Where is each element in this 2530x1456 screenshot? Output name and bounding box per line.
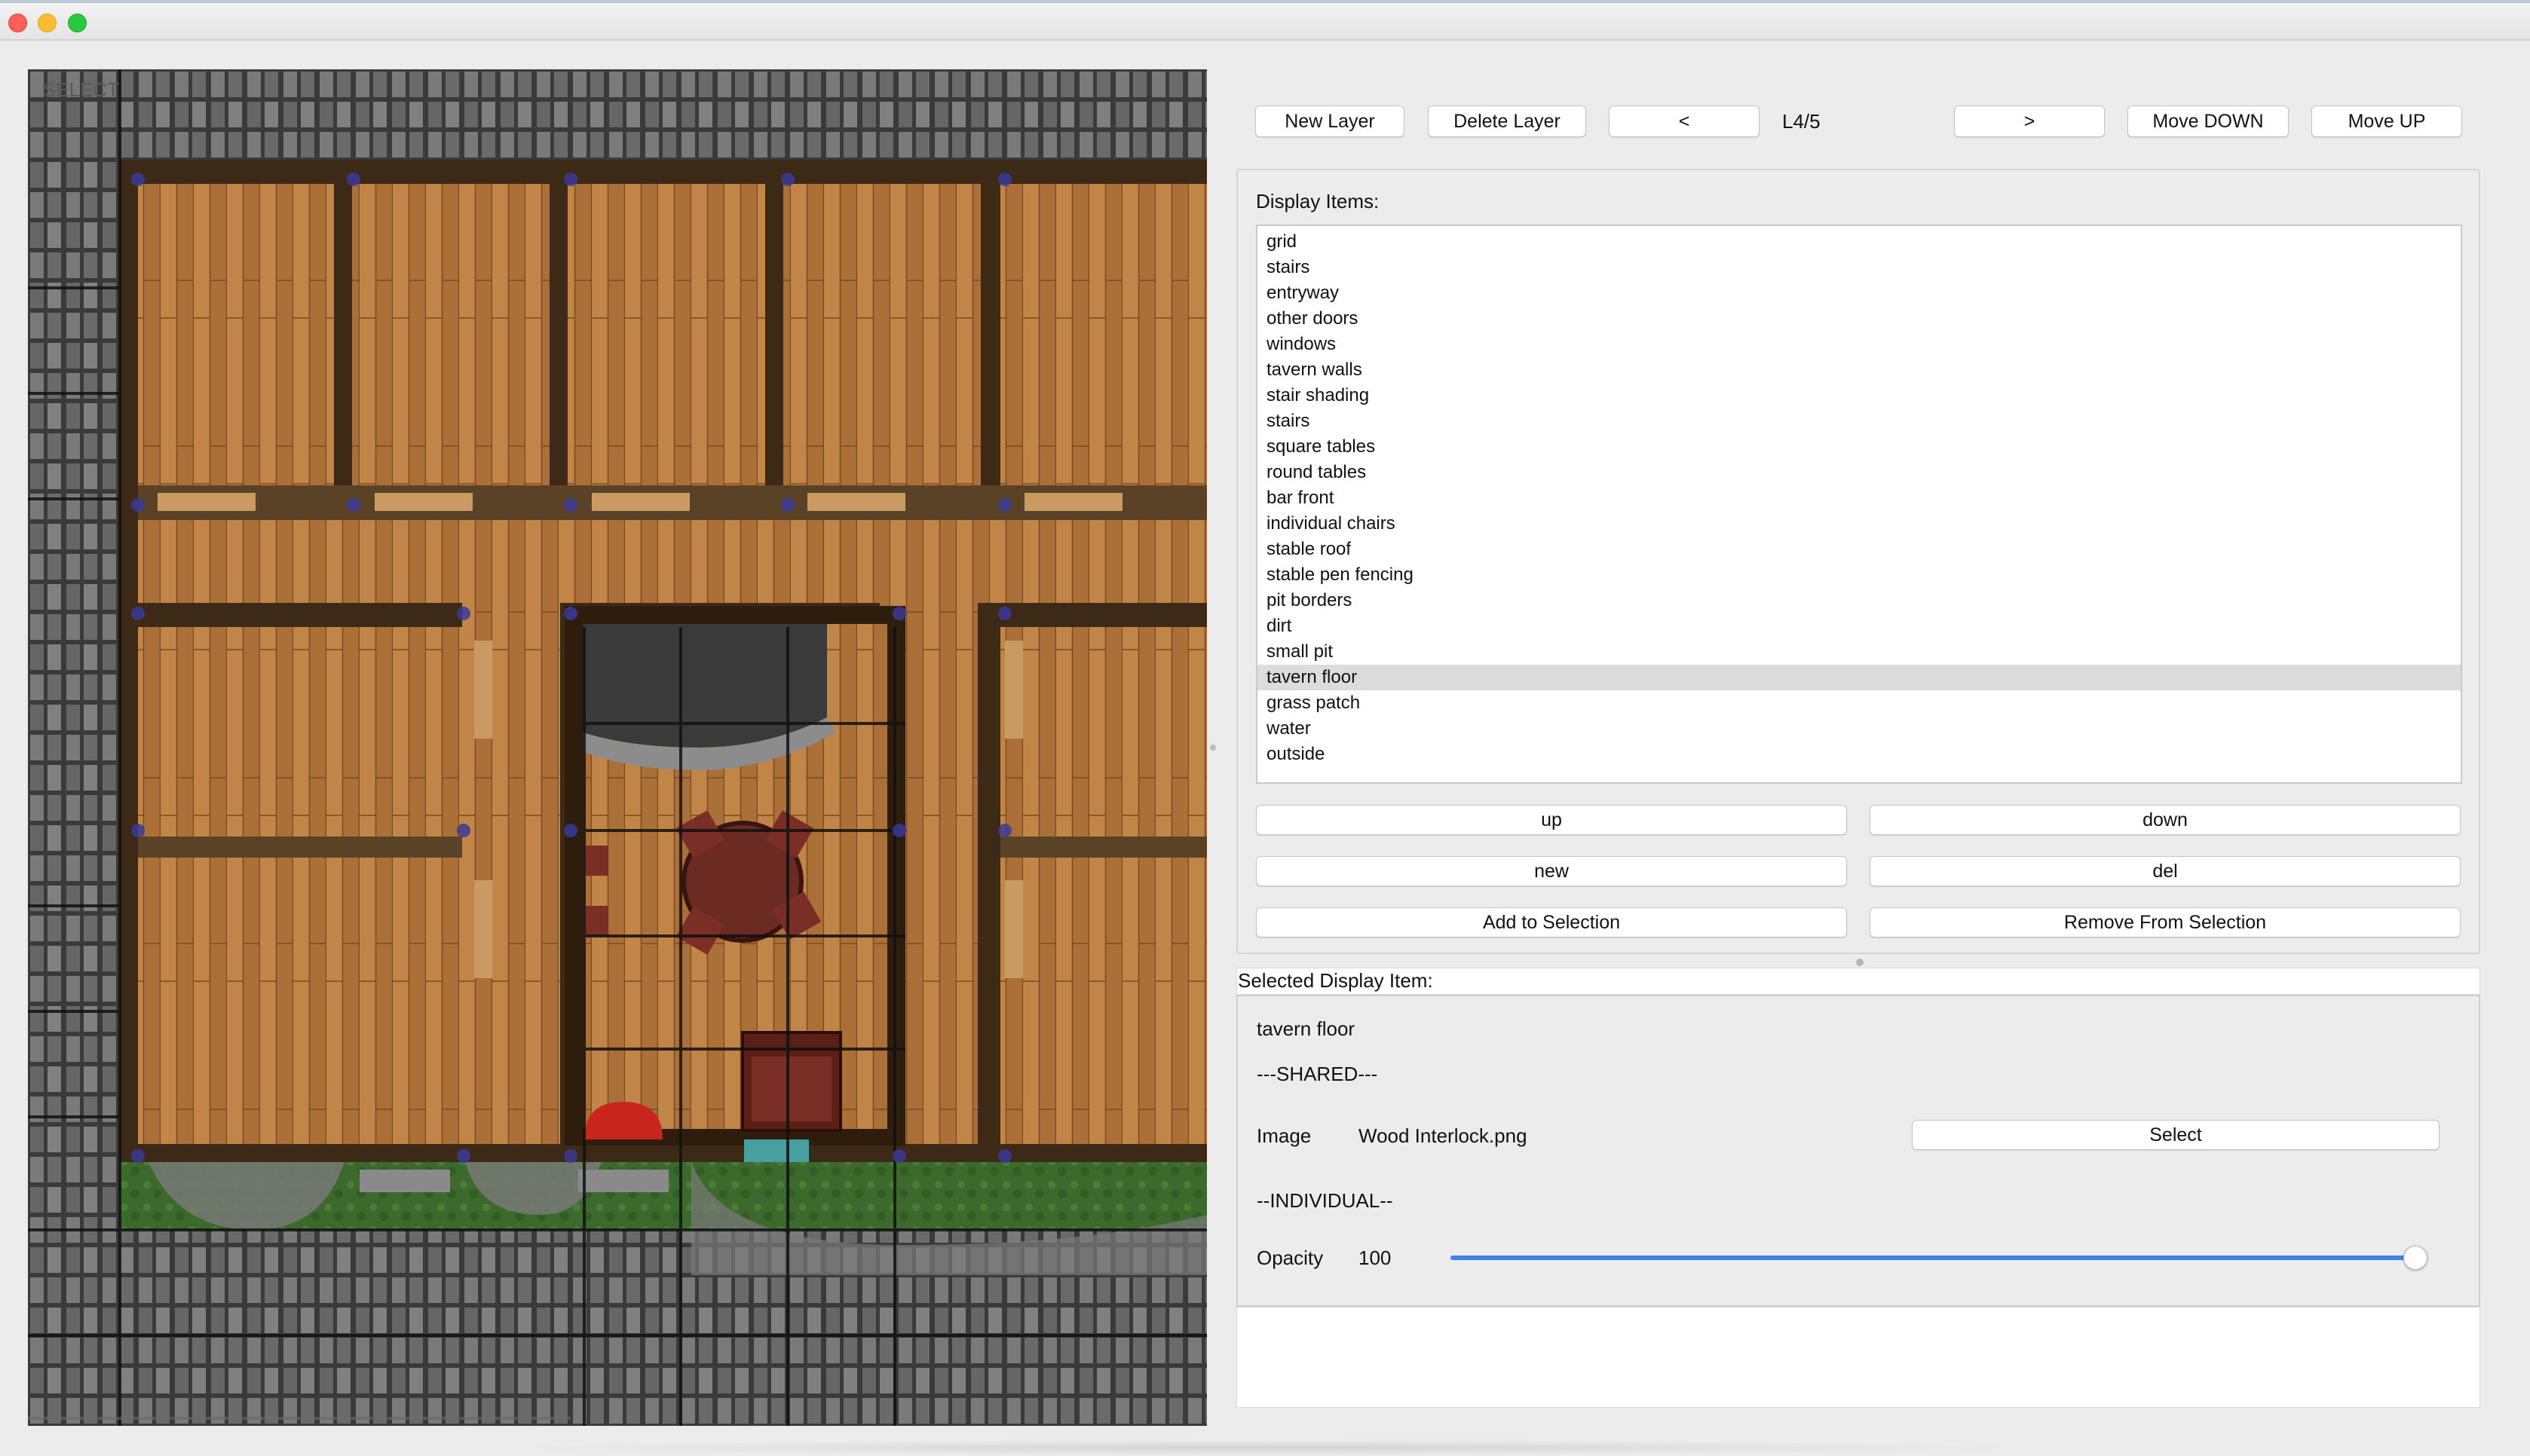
opacity-slider-handle[interactable] — [2403, 1246, 2427, 1270]
map-canvas[interactable]: SELECT — [28, 69, 1207, 1426]
list-item[interactable]: entryway — [1257, 280, 2461, 306]
select-image-button[interactable]: Select — [1912, 1120, 2440, 1150]
zoom-window-button[interactable] — [68, 14, 87, 32]
item-down-button[interactable]: down — [1870, 805, 2461, 835]
opacity-slider-fill — [1450, 1256, 2427, 1260]
image-label: Image — [1257, 1124, 1312, 1147]
selected-item-name: tavern floor — [1257, 1017, 1355, 1040]
list-item[interactable]: pit borders — [1257, 588, 2461, 613]
list-item[interactable]: square tables — [1257, 434, 2461, 460]
opacity-value: 100 — [1358, 1246, 1392, 1269]
list-item[interactable]: stair shading — [1257, 383, 2461, 408]
map-overlay-text: SELECT — [43, 78, 119, 101]
opacity-slider-track[interactable] — [1450, 1256, 2427, 1260]
horizontal-splitter-handle[interactable] — [1856, 959, 1864, 966]
list-item[interactable]: tavern walls — [1257, 357, 2461, 383]
move-down-button[interactable]: Move DOWN — [2127, 106, 2289, 137]
list-item[interactable]: bar front — [1257, 485, 2461, 511]
new-layer-button[interactable]: New Layer — [1255, 106, 1404, 137]
add-to-selection-button[interactable]: Add to Selection — [1256, 907, 1847, 938]
list-item[interactable]: individual chairs — [1257, 511, 2461, 537]
image-filename: Wood Interlock.png — [1358, 1124, 1527, 1147]
list-item[interactable]: windows — [1257, 332, 2461, 357]
display-items-title: Display Items: — [1256, 190, 1380, 213]
move-up-button[interactable]: Move UP — [2311, 106, 2462, 137]
list-item[interactable]: outside — [1257, 742, 2461, 767]
window-titlebar — [0, 0, 2530, 41]
item-up-button[interactable]: up — [1256, 805, 1847, 835]
list-item[interactable]: small pit — [1257, 639, 2461, 665]
list-item[interactable]: stairs — [1257, 408, 2461, 434]
delete-layer-button[interactable]: Delete Layer — [1428, 106, 1586, 137]
list-item[interactable]: dirt — [1257, 613, 2461, 639]
next-layer-button[interactable]: > — [1954, 106, 2105, 137]
list-item[interactable]: water — [1257, 716, 2461, 742]
item-new-button[interactable]: new — [1256, 856, 1847, 886]
item-delete-button[interactable]: del — [1870, 856, 2461, 886]
close-window-button[interactable] — [8, 14, 27, 32]
list-item-selected[interactable]: tavern floor — [1257, 665, 2461, 690]
list-item[interactable]: round tables — [1257, 460, 2461, 485]
previous-layer-button[interactable]: < — [1609, 106, 1760, 137]
display-items-list[interactable]: grid stairs entryway other doors windows… — [1256, 225, 2462, 784]
list-item[interactable]: other doors — [1257, 306, 2461, 332]
selected-item-empty-area — [1236, 1307, 2480, 1408]
vertical-splitter-handle[interactable] — [1210, 745, 1216, 751]
opacity-label: Opacity — [1257, 1246, 1324, 1269]
list-item[interactable]: stable roof — [1257, 537, 2461, 562]
list-item[interactable]: grass patch — [1257, 690, 2461, 716]
layer-indicator: L4/5 — [1782, 110, 1821, 133]
remove-from-selection-button[interactable]: Remove From Selection — [1870, 907, 2461, 938]
minimize-window-button[interactable] — [38, 14, 57, 32]
selected-item-header: Selected Display Item: — [1238, 969, 1433, 992]
list-item[interactable]: stable pen fencing — [1257, 562, 2461, 588]
list-item[interactable]: grid — [1257, 229, 2461, 255]
shared-section-header: ---SHARED--- — [1257, 1063, 1378, 1085]
list-item[interactable]: stairs — [1257, 255, 2461, 280]
individual-section-header: --INDIVIDUAL-- — [1257, 1189, 1393, 1212]
dock-shadow — [482, 1439, 2051, 1456]
